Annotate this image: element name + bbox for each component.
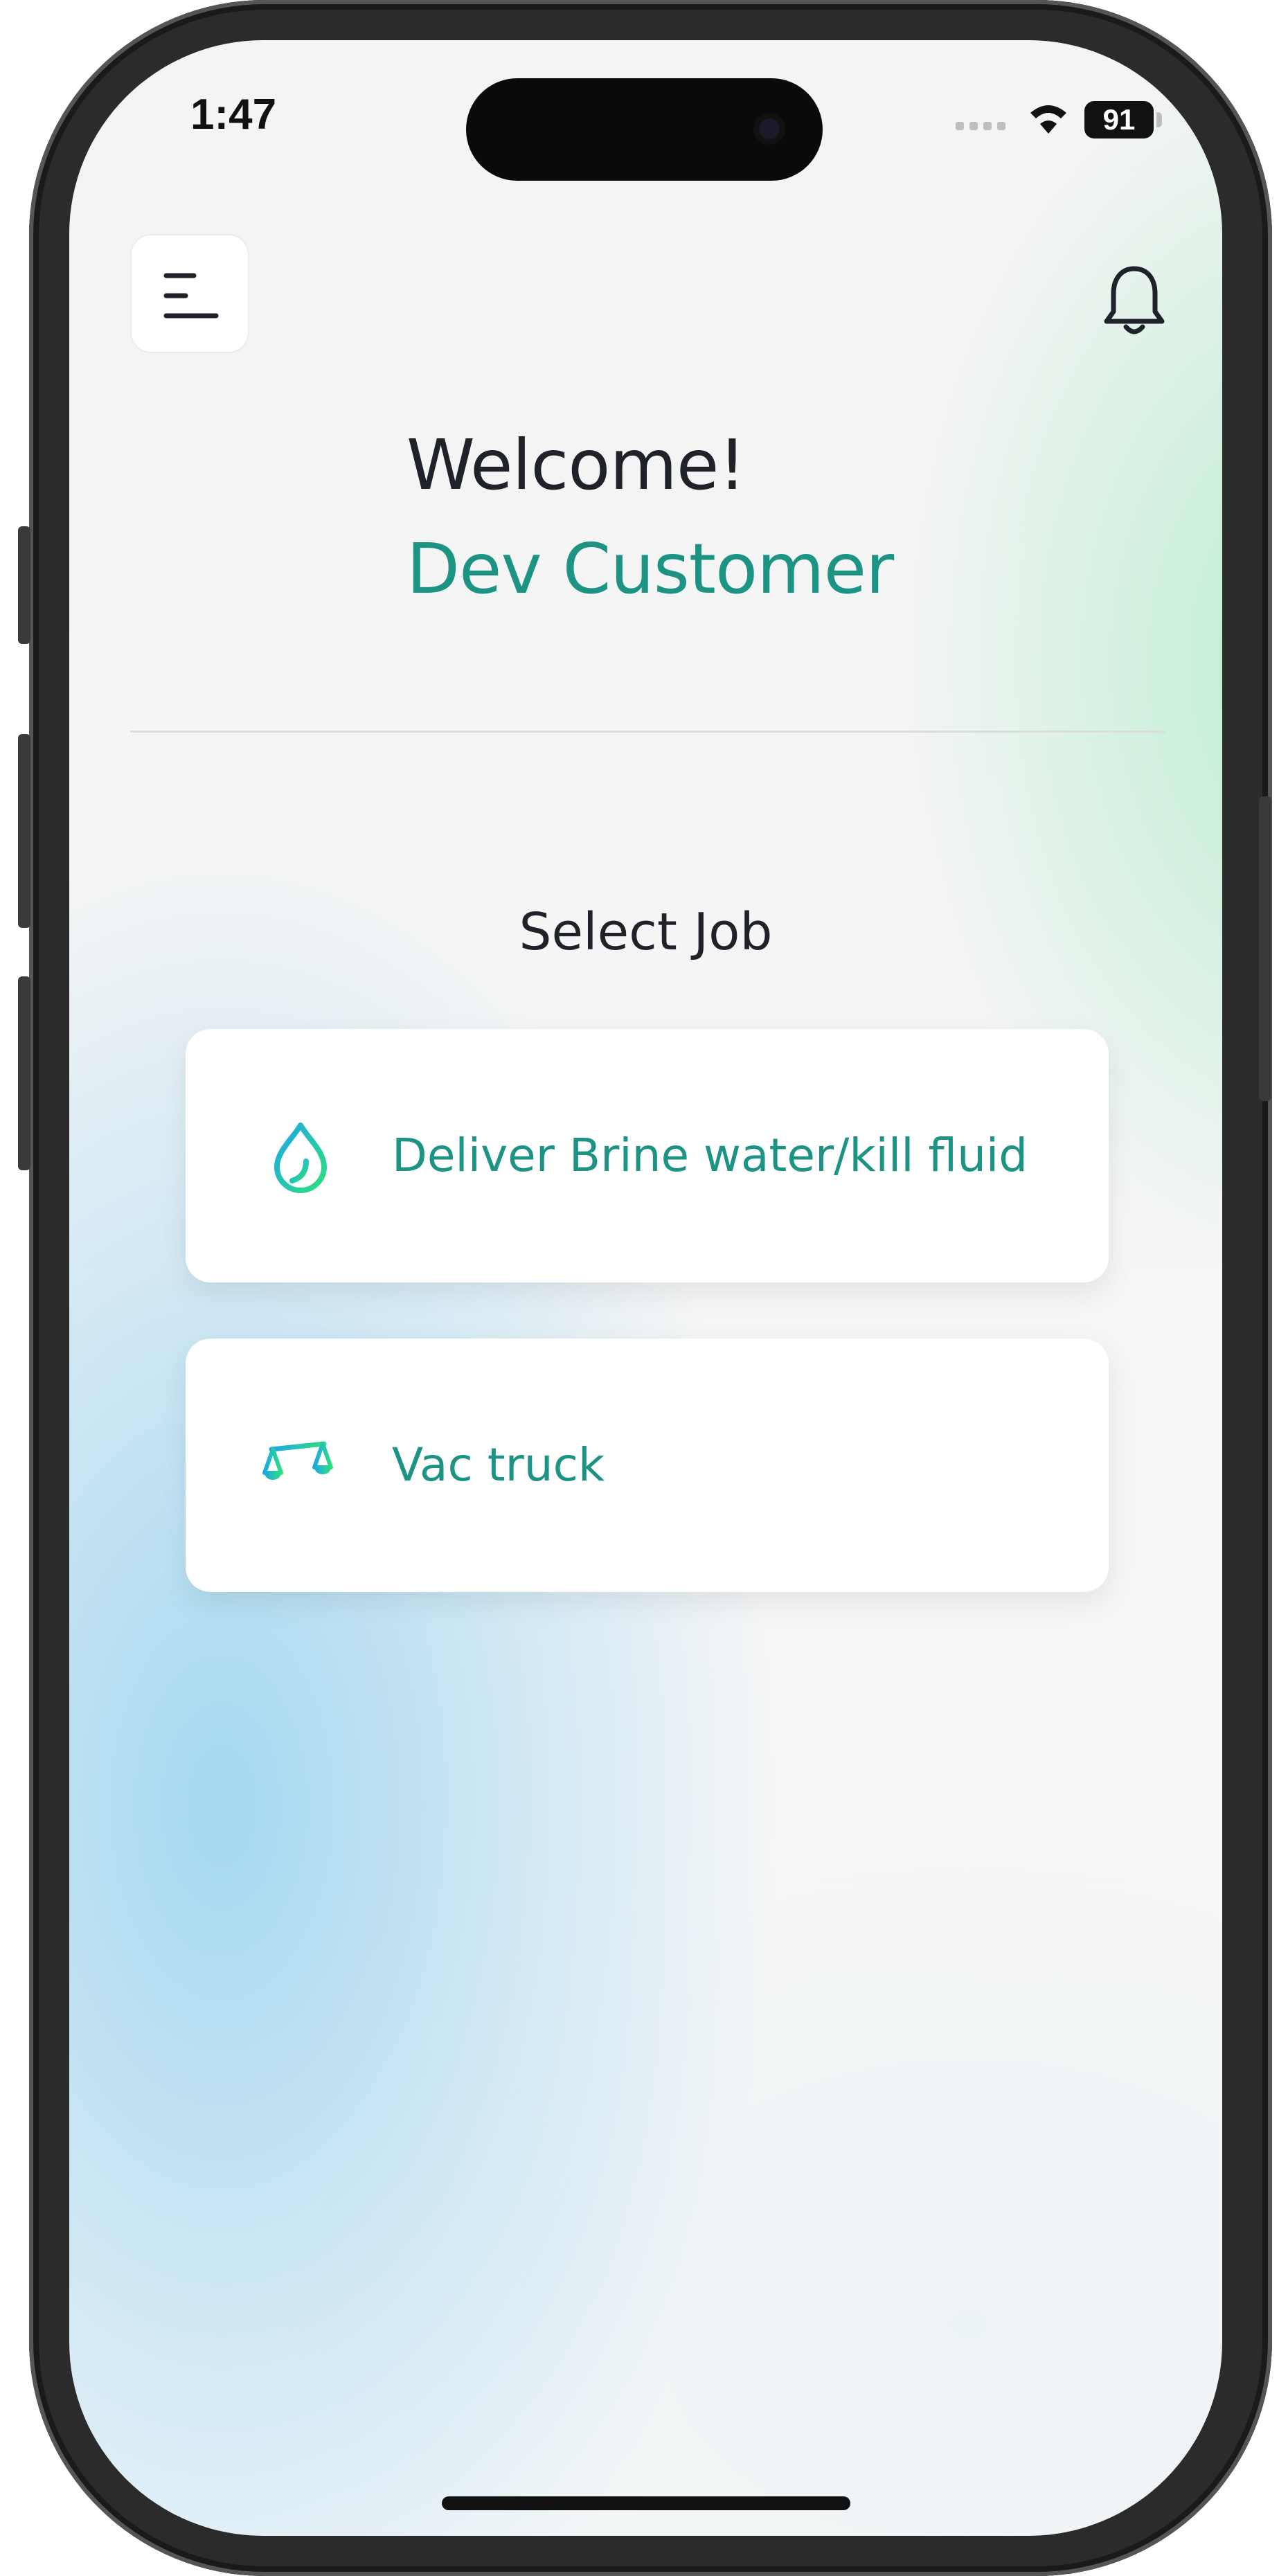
job-card-vac-truck[interactable]: Vac truck bbox=[186, 1339, 1109, 1592]
app-screen: 1:47 91 Welcome! Dev Customer Select Job… bbox=[69, 40, 1222, 2536]
job-label-vac-truck: Vac truck bbox=[392, 1438, 605, 1492]
header-divider bbox=[130, 731, 1165, 733]
job-card-brine[interactable]: Deliver Brine water/kill fluid bbox=[186, 1029, 1109, 1282]
job-label-brine: Deliver Brine water/kill fluid bbox=[392, 1129, 1028, 1182]
battery-icon bbox=[1156, 112, 1162, 127]
phone-device: 1:47 91 Welcome! Dev Customer Select Job… bbox=[0, 0, 1288, 2576]
select-job-title: Select Job bbox=[519, 902, 773, 962]
power-button bbox=[1259, 796, 1271, 1101]
welcome-heading: Welcome! bbox=[406, 424, 746, 506]
dynamic-island bbox=[466, 78, 823, 181]
customer-name: Dev Customer bbox=[406, 528, 894, 609]
menu-icon bbox=[163, 273, 219, 319]
wifi-icon bbox=[1030, 105, 1066, 134]
status-time: 1:47 bbox=[190, 91, 277, 138]
scale-icon bbox=[262, 1435, 333, 1496]
cellular-signal-icon bbox=[956, 122, 1005, 130]
volume-up-button bbox=[18, 734, 30, 928]
home-indicator[interactable] bbox=[442, 2496, 850, 2510]
battery-level: 91 bbox=[1084, 101, 1154, 138]
camera-icon bbox=[753, 113, 785, 145]
bell-icon[interactable] bbox=[1101, 260, 1168, 338]
action-button bbox=[18, 526, 30, 644]
water-drop-icon bbox=[274, 1122, 327, 1193]
volume-down-button bbox=[18, 976, 30, 1170]
status-bar: 1:47 91 bbox=[69, 40, 1222, 181]
menu-button[interactable] bbox=[130, 234, 249, 353]
